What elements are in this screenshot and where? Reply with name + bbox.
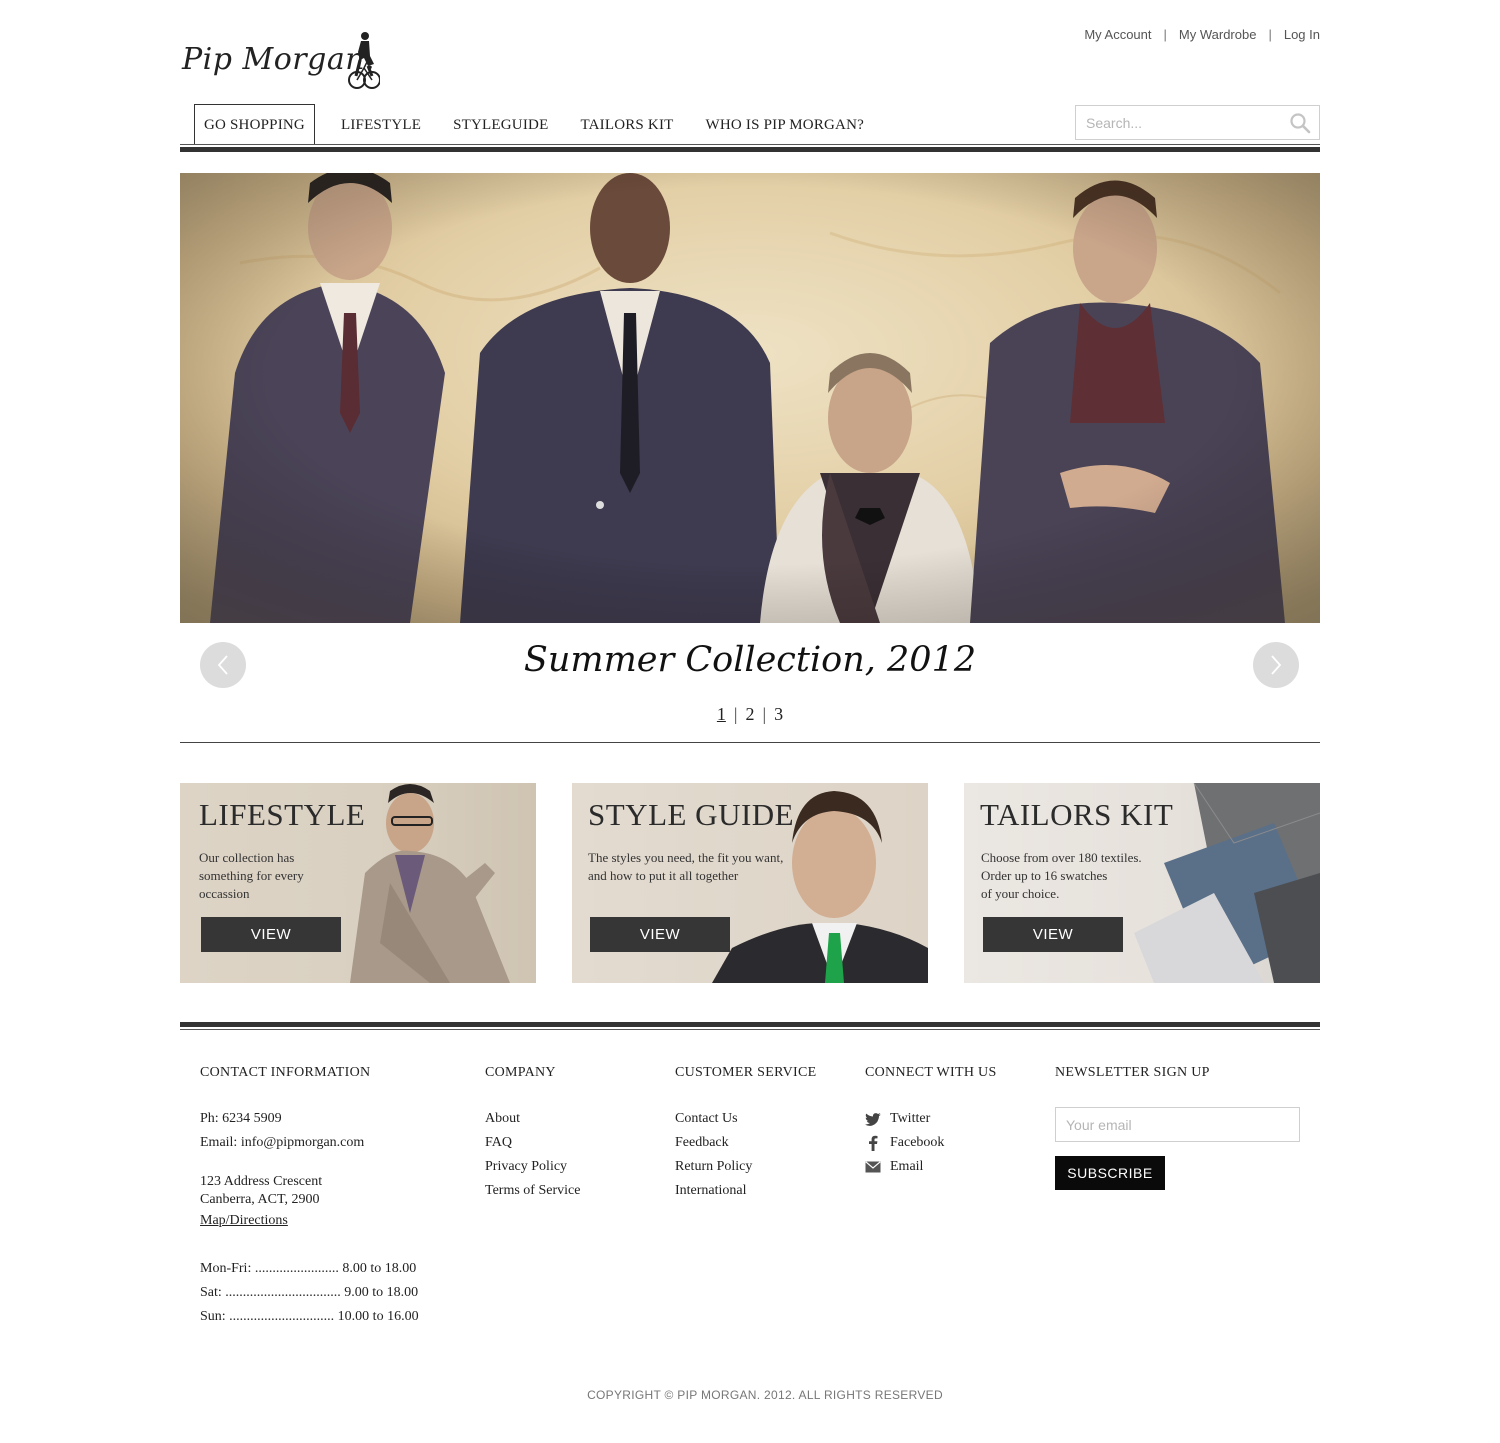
main-nav: GO SHOPPING LIFESTYLE STYLEGUIDE TAILORS… <box>194 104 880 145</box>
card-description: Our collection has something for every o… <box>199 850 304 901</box>
copyright-text: COPYRIGHT © PIP MORGAN. 2012. ALL RIGHTS… <box>587 1388 943 1402</box>
twitter-icon <box>865 1111 881 1127</box>
hero-banner-image <box>180 173 1320 623</box>
contact-phone: Ph: 6234 5909 <box>200 1111 282 1126</box>
page-link-3[interactable]: 3 <box>774 704 783 724</box>
address-line: 123 Address Crescent <box>200 1174 323 1189</box>
page-link-2[interactable]: 2 <box>746 704 755 724</box>
my-account-link[interactable]: My Account <box>1084 27 1151 42</box>
international-link[interactable]: International <box>675 1183 747 1198</box>
nav-who-is-pip-morgan[interactable]: WHO IS PIP MORGAN? <box>690 104 880 145</box>
footer-newsletter: NEWSLETTER SIGN UP SUBSCRIBE <box>1055 1065 1300 1190</box>
footer-contact: CONTACT INFORMATION Ph: 6234 5909 Email:… <box>200 1065 419 1329</box>
my-wardrobe-link[interactable]: My Wardrobe <box>1179 27 1257 42</box>
subscribe-button[interactable]: SUBSCRIBE <box>1055 1156 1165 1190</box>
footer-heading: CUSTOMER SERVICE <box>675 1065 817 1080</box>
facebook-label: Facebook <box>890 1135 945 1150</box>
card-description: The styles you need, the fit you want, a… <box>588 850 784 883</box>
page-link-1[interactable]: 1 <box>717 704 726 724</box>
terms-of-service-link[interactable]: Terms of Service <box>485 1183 580 1198</box>
feedback-link[interactable]: Feedback <box>675 1135 729 1150</box>
contact-us-link[interactable]: Contact Us <box>675 1111 738 1126</box>
card-title: LIFESTYLE <box>199 797 366 832</box>
footer-customer-service: CUSTOMER SERVICE Contact Us Feedback Ret… <box>675 1065 817 1203</box>
email-link[interactable]: Email <box>865 1155 997 1179</box>
footer-divider-thick <box>180 1022 1320 1027</box>
newsletter-email-box <box>1055 1107 1300 1142</box>
cyclist-logo-icon <box>348 32 380 89</box>
nav-tailors-kit[interactable]: TAILORS KIT <box>564 104 689 145</box>
site-logo[interactable]: Pip Morgan. <box>182 30 392 98</box>
hours-row: Sat: ................................. 9… <box>200 1285 419 1300</box>
nav-lifestyle[interactable]: LIFESTYLE <box>325 104 437 145</box>
lifestyle-view-button[interactable]: VIEW <box>201 917 341 952</box>
privacy-policy-link[interactable]: Privacy Policy <box>485 1159 567 1174</box>
nav-go-shopping[interactable]: GO SHOPPING <box>194 104 315 145</box>
style-guide-view-button[interactable]: VIEW <box>590 917 730 952</box>
nav-divider <box>180 144 1320 145</box>
card-title: STYLE GUIDE <box>588 797 795 832</box>
page-separator: | <box>762 704 767 724</box>
promo-card-style-guide: STYLE GUIDE The styles you need, the fit… <box>572 783 928 983</box>
address-line: Canberra, ACT, 2900 <box>200 1192 320 1207</box>
hero-pagination: 1 | 2 | 3 <box>180 704 1320 725</box>
twitter-label: Twitter <box>890 1111 931 1126</box>
footer-company: COMPANY About FAQ Privacy Policy Terms o… <box>485 1065 580 1203</box>
search-icon[interactable] <box>1289 112 1311 134</box>
hours-row: Sun: .............................. 10.0… <box>200 1309 419 1324</box>
card-title: TAILORS KIT <box>980 797 1174 832</box>
footer-divider <box>180 1029 1320 1030</box>
envelope-icon <box>865 1159 881 1175</box>
logo-wordmark: Pip Morgan. <box>182 42 376 77</box>
account-links: My Account | My Wardrobe | Log In <box>1084 27 1320 42</box>
footer-heading: COMPANY <box>485 1065 556 1080</box>
search-box <box>1075 105 1320 140</box>
hours-row: Mon-Fri: ........................ 8.00 t… <box>200 1261 417 1276</box>
footer-heading: CONNECT WITH US <box>865 1065 997 1080</box>
link-separator: | <box>1268 27 1272 42</box>
log-in-link[interactable]: Log In <box>1284 27 1320 42</box>
footer-connect: CONNECT WITH US Twitter Facebook Email <box>865 1065 997 1179</box>
nav-styleguide[interactable]: STYLEGUIDE <box>437 104 564 145</box>
opening-hours: Mon-Fri: ........................ 8.00 t… <box>200 1257 419 1329</box>
promo-card-lifestyle: LIFESTYLE Our collection has something f… <box>180 783 536 983</box>
hero-divider <box>180 742 1320 743</box>
contact-email: Email: info@pipmorgan.com <box>200 1135 365 1150</box>
page-separator: | <box>733 704 738 724</box>
newsletter-email-input[interactable] <box>1056 1108 1299 1141</box>
search-input[interactable] <box>1076 106 1276 139</box>
facebook-link[interactable]: Facebook <box>865 1131 997 1155</box>
map-directions-link[interactable]: Map/Directions <box>200 1213 288 1228</box>
hero-models-illustration <box>180 173 1320 623</box>
return-policy-link[interactable]: Return Policy <box>675 1159 752 1174</box>
email-label: Email <box>890 1159 924 1174</box>
promo-card-tailors-kit: TAILORS KIT Choose from over 180 textile… <box>964 783 1320 983</box>
card-description: Choose from over 180 textiles. Order up … <box>981 850 1142 901</box>
tailors-kit-view-button[interactable]: VIEW <box>983 917 1123 952</box>
faq-link[interactable]: FAQ <box>485 1135 512 1150</box>
nav-divider-thick <box>180 147 1320 152</box>
footer-heading: CONTACT INFORMATION <box>200 1065 371 1080</box>
link-separator: | <box>1163 27 1167 42</box>
footer-heading: NEWSLETTER SIGN UP <box>1055 1065 1210 1080</box>
about-link[interactable]: About <box>485 1111 520 1126</box>
hero-caption: Summer Collection, 2012 <box>523 640 977 680</box>
facebook-icon <box>865 1135 881 1151</box>
twitter-link[interactable]: Twitter <box>865 1107 997 1131</box>
